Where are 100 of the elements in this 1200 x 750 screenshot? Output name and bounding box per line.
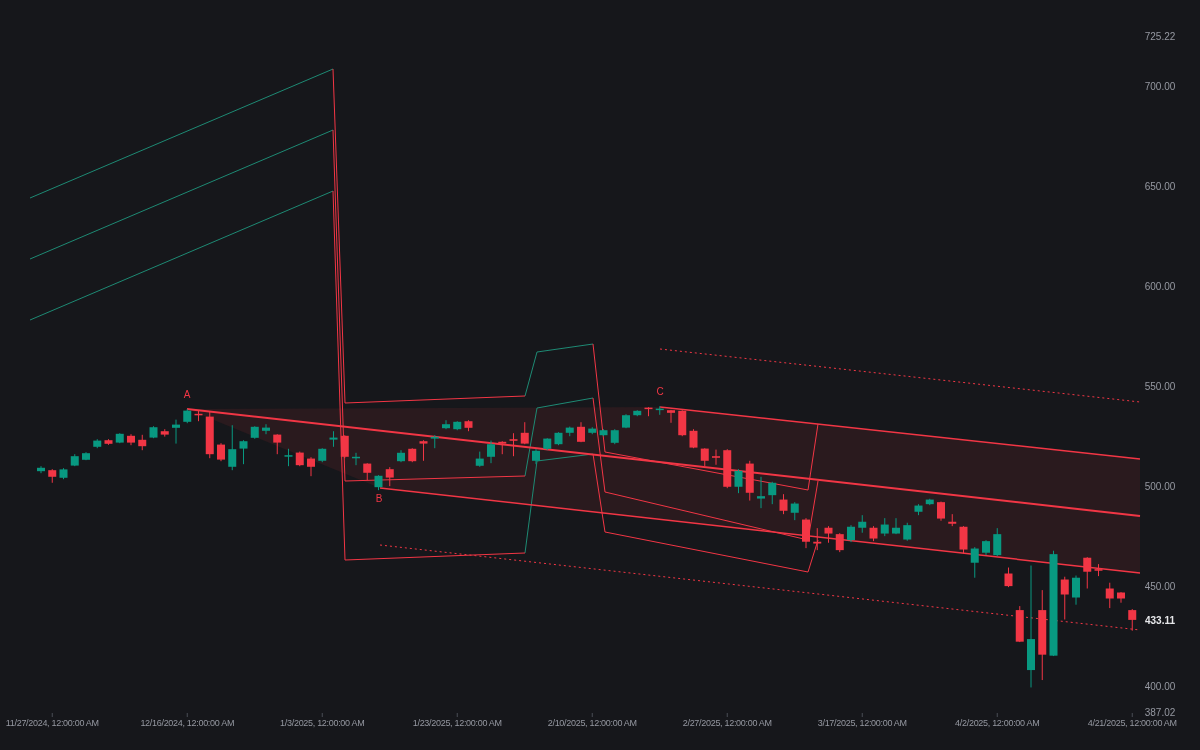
candlestick [768,481,777,505]
y-tick-label: 387.02 [1144,707,1176,718]
candlestick [925,498,934,506]
candlestick [138,434,147,451]
candlestick [295,451,304,467]
candlestick [734,468,743,494]
candlestick [509,432,518,457]
x-tick-label: 4/21/2025, 12:00:00 AM [1087,718,1177,728]
point-label: B [375,493,383,504]
candlestick [599,428,608,437]
candlestick [48,468,57,484]
candlestick [723,448,732,489]
candlestick [442,419,450,430]
candlestick [520,421,529,445]
candlestick [577,421,585,443]
candlestick [262,423,270,435]
y-tick-label: 550.00 [1144,381,1176,393]
candlestick [802,517,810,549]
candlestick [228,424,237,471]
candlestick [104,438,113,446]
candlestick [835,532,844,553]
candlestick [689,428,698,449]
candlestick [82,451,90,461]
candlestick [745,460,754,502]
candlestick [565,426,574,437]
candlestick [712,449,720,466]
candlestick [284,448,293,467]
candlestick [655,405,664,416]
candlestick [1094,563,1103,577]
y-tick-label: 600.00 [1144,281,1176,293]
candlestick [430,434,439,449]
candlestick [340,434,349,459]
candlestick [172,419,180,445]
candlestick [869,525,878,542]
candlestick [1105,582,1114,609]
x-tick-label: 11/27/2024, 12:00:00 AM [5,718,99,728]
candlestick [1117,591,1125,604]
candlestick [464,419,473,432]
candlestick [937,501,945,522]
candlestick [948,513,957,527]
candlestick [217,442,225,462]
candlestick [959,525,968,555]
candlestick [273,433,282,455]
y-tick-label: 700.00 [1144,81,1176,93]
candlestick [475,451,484,468]
candlestick [790,501,799,521]
x-tick-label: 2/10/2025, 12:00:00 AM [547,718,637,728]
candlestick [892,517,900,535]
candlestick [329,430,338,448]
candlestick [622,413,630,429]
y-tick-label: 725.22 [1144,31,1176,42]
candlestick [858,514,867,534]
candlestick [363,462,372,481]
candlestick [115,432,124,444]
candlestick [824,525,833,544]
x-tick-label: 3/17/2025, 12:00:00 AM [817,718,907,728]
y-tick-label: 650.00 [1144,181,1176,193]
candlestick [397,449,405,463]
x-tick-label: 4/2/2025, 12:00:00 AM [955,718,1040,728]
x-tick-label: 2/27/2025, 12:00:00 AM [682,718,772,728]
candlestick [532,448,540,465]
candlestick [667,409,675,424]
candlestick [982,539,990,556]
candlestick [307,456,315,477]
candlestick [644,406,653,417]
candlestick [1083,556,1092,589]
candlestick [239,439,248,465]
candlestick [914,503,923,516]
y-tick-label: 450.00 [1144,581,1176,593]
candlestick [419,439,428,462]
candlestick [1015,605,1024,643]
candlestick [700,447,709,467]
candlestick [374,474,383,491]
candlestick [487,440,495,464]
last-price-label: 433.11 [1145,614,1175,626]
point-label: C [656,386,664,397]
point-label: A [183,389,191,400]
candlestick [385,466,394,487]
candlestick [408,447,417,463]
candlestick [59,467,68,480]
candlestick [205,410,214,459]
candlestick [543,437,552,451]
candlestick [183,408,192,424]
candlestick [903,522,912,542]
candlestick [880,517,889,537]
candlestick [610,428,619,445]
candlestick [1060,576,1069,620]
y-tick-label: 400.00 [1144,681,1176,693]
x-tick-label: 1/3/2025, 12:00:00 AM [280,718,365,728]
x-tick-label: 1/23/2025, 12:00:00 AM [412,718,502,728]
candlestick [678,409,687,437]
candlestick [498,440,507,455]
candlestick [993,527,1002,557]
candlestick [1072,575,1080,606]
candlestick [588,426,597,435]
candlestick [160,428,169,438]
candlestick [352,452,360,466]
candlestick [554,431,563,446]
candlestick [194,409,203,422]
candlestick [847,524,855,543]
